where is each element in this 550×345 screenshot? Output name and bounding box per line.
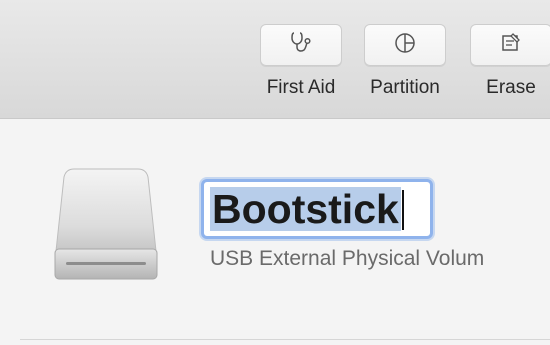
- toolbar: First Aid Partition Erase: [0, 0, 550, 119]
- first-aid-button[interactable]: [260, 24, 342, 66]
- stethoscope-icon: [288, 30, 314, 61]
- external-drive-icon: [52, 167, 160, 283]
- erase-label: Erase: [486, 77, 536, 98]
- volume-name-text[interactable]: Bootstick: [210, 187, 401, 231]
- partition-button[interactable]: [364, 24, 446, 66]
- erase-button[interactable]: [470, 24, 550, 66]
- eraser-icon: [498, 30, 524, 61]
- pie-chart-icon: [392, 30, 418, 61]
- first-aid-label: First Aid: [266, 77, 336, 98]
- divider: [20, 339, 550, 340]
- volume-name-field[interactable]: Bootstick: [201, 179, 433, 239]
- text-caret: [402, 190, 404, 230]
- volume-info-panel: Bootstick USB External Physical Volum: [0, 119, 550, 345]
- volume-subtitle: USB External Physical Volum: [210, 247, 485, 270]
- partition-label: Partition: [370, 77, 440, 98]
- first-aid-tool[interactable]: First Aid: [260, 24, 342, 99]
- erase-tool[interactable]: Erase: [470, 24, 550, 99]
- partition-tool[interactable]: Partition: [364, 24, 446, 99]
